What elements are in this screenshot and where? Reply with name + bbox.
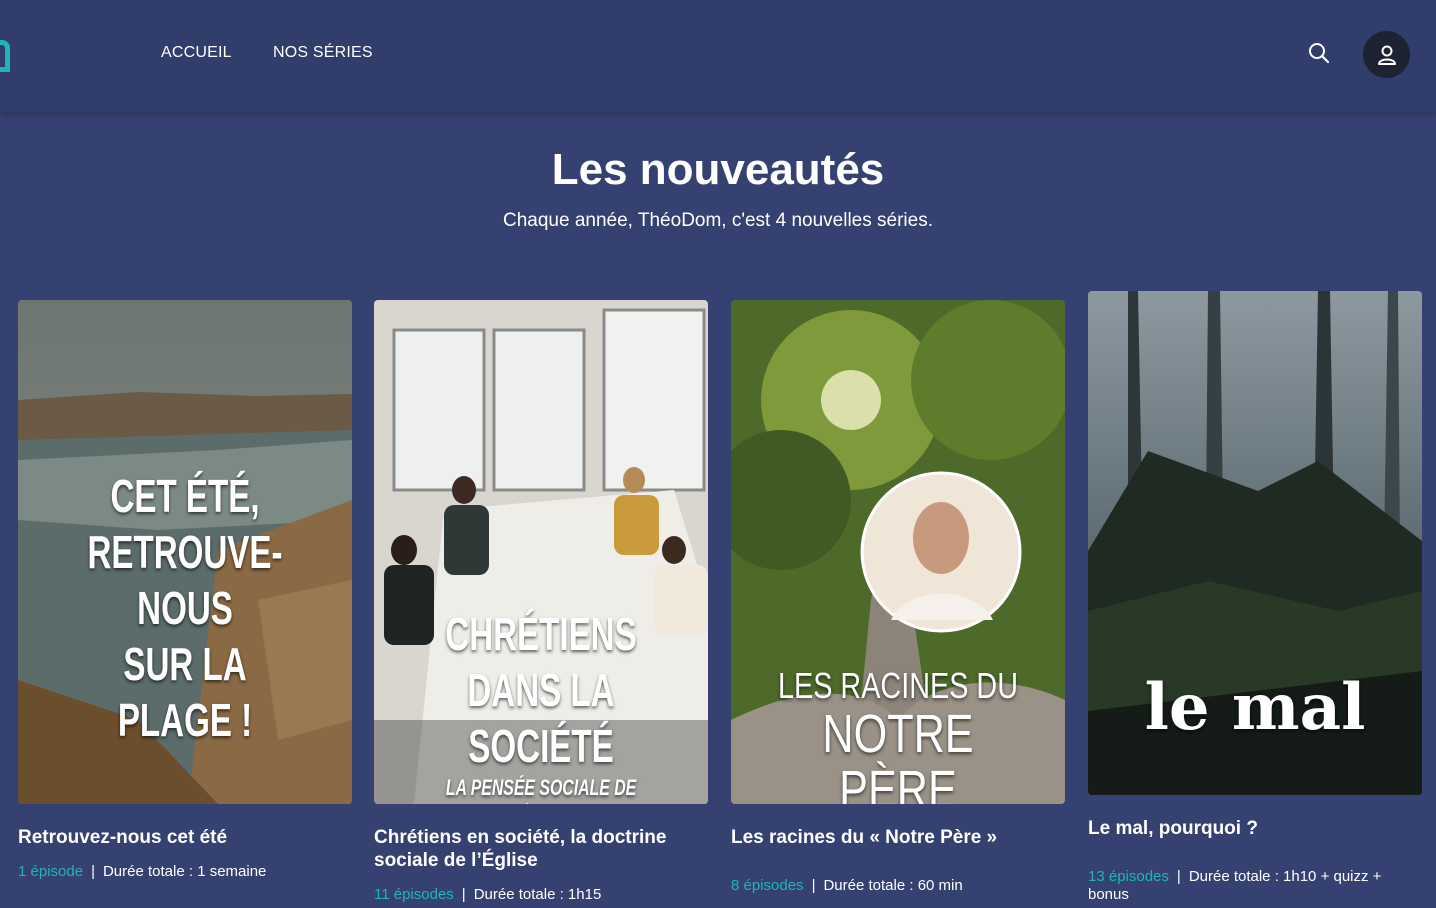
episode-count-link[interactable]: 8 épisodes <box>731 877 804 894</box>
overlay-line: RETROUVE-NOUS <box>87 526 283 634</box>
series-thumbnail[interactable]: LES RACINES DU NOTRE PÈRE <box>731 300 1065 804</box>
total-duration: Durée totale : 1 semaine <box>102 863 267 880</box>
section-title: Les nouveautés <box>551 145 885 194</box>
series-card[interactable]: CHRÉTIENS DANS LA SOCIÉTÉ LA PENSÉE SOCI… <box>374 300 708 904</box>
nav-nos-series[interactable]: NOS SÉRIES <box>273 44 373 62</box>
series-meta: 11 épisodes | Durée totale : 1h15 <box>374 886 708 904</box>
search-button[interactable] <box>1306 40 1332 66</box>
nav-accueil[interactable]: ACCUEIL <box>161 44 232 62</box>
search-icon <box>1309 43 1330 64</box>
series-title[interactable]: Le mal, pourquoi ? <box>1088 817 1422 840</box>
separator: | <box>1176 868 1181 885</box>
overlay-line: LES RACINES DU <box>777 665 1019 706</box>
site-logo[interactable] <box>0 40 10 72</box>
separator: | <box>91 863 95 880</box>
series-card[interactable]: LES RACINES DU NOTRE PÈRE Les racines du… <box>731 300 1065 895</box>
series-meta: 1 épisode | Durée totale : 1 semaine <box>18 863 352 881</box>
series-title[interactable]: Chrétiens en société, la doctrine social… <box>374 826 708 872</box>
episode-count-link[interactable]: 13 épisodes <box>1088 868 1169 885</box>
episode-count-link[interactable]: 1 épisode <box>18 863 83 880</box>
overlay-line: NOTRE PÈRE <box>822 704 974 804</box>
separator: | <box>811 877 816 894</box>
series-thumbnail[interactable]: CHRÉTIENS DANS LA SOCIÉTÉ LA PENSÉE SOCI… <box>374 300 708 804</box>
total-duration: Durée totale : 60 min <box>823 877 963 894</box>
total-duration: Durée totale : 1h15 <box>473 886 602 903</box>
account-button[interactable] <box>1363 31 1410 78</box>
section-subtitle: Chaque année, ThéoDom, c'est 4 nouvelles… <box>503 210 933 231</box>
overlay-line: CET ÉTÉ, <box>110 470 260 522</box>
series-meta: 8 épisodes | Durée totale : 60 min <box>731 877 1065 895</box>
user-icon <box>1377 45 1396 65</box>
series-title[interactable]: Retrouvez-nous cet été <box>18 826 352 849</box>
series-card[interactable]: CET ÉTÉ, RETROUVE-NOUS SUR LA PLAGE ! Re… <box>18 300 352 881</box>
overlay-line: SUR LA PLAGE ! <box>117 638 253 746</box>
episode-count-link[interactable]: 11 épisodes <box>374 886 454 903</box>
series-card[interactable]: le mal Le mal, pourquoi ? 13 épisodes | Du… <box>1088 291 1422 904</box>
site-header: ACCUEIL NOS SÉRIES <box>0 0 1436 112</box>
overlay-line: DANS LA SOCIÉTÉ <box>467 664 615 772</box>
series-meta: 13 épisodes | Durée totale : 1h10 + quizz … <box>1088 868 1422 904</box>
overlay-line: CHRÉTIENS <box>445 608 637 660</box>
overlay-line: LA PENSÉE SOCIALE DE L'ÉGLISE <box>445 775 637 804</box>
overlay-line: le mal <box>1144 670 1366 745</box>
series-thumbnail[interactable]: le mal <box>1088 291 1422 795</box>
separator: | <box>461 886 466 903</box>
series-title[interactable]: Les racines du « Notre Père » <box>731 826 1065 849</box>
series-thumbnail[interactable]: CET ÉTÉ, RETROUVE-NOUS SUR LA PLAGE ! <box>18 300 352 804</box>
